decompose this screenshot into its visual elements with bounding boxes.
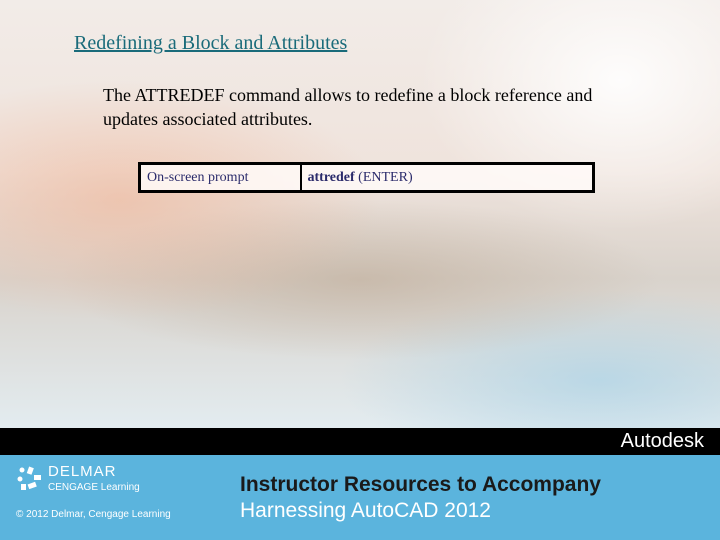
prompt-value: attredef (ENTER) <box>299 162 595 193</box>
footer-heading: Instructor Resources to Accompany <box>240 473 601 496</box>
publisher-sub: CENGAGE Learning <box>48 482 140 493</box>
copyright: © 2012 Delmar, Cengage Learning <box>16 509 171 520</box>
command-text: attredef <box>307 169 355 185</box>
footer-subheading: Harnessing AutoCAD 2012 <box>240 499 491 522</box>
autodesk-logo: Autodesk <box>620 430 704 452</box>
background-photo <box>0 0 720 428</box>
slide-title: Redefining a Block and Attributes <box>74 32 348 54</box>
prompt-table: On-screen prompt attredef (ENTER) <box>138 162 595 193</box>
footer-black-bar: Autodesk <box>0 428 720 455</box>
delmar-logo-icon <box>17 466 41 490</box>
command-suffix: (ENTER) <box>354 169 413 185</box>
prompt-label: On-screen prompt <box>138 162 302 193</box>
slide-body: The ATTREDEF command allows to redefine … <box>103 85 593 129</box>
footer-band: DELMAR CENGAGE Learning © 2012 Delmar, C… <box>0 455 720 540</box>
publisher-name: DELMAR <box>48 463 117 480</box>
table-row: On-screen prompt attredef (ENTER) <box>138 162 595 193</box>
